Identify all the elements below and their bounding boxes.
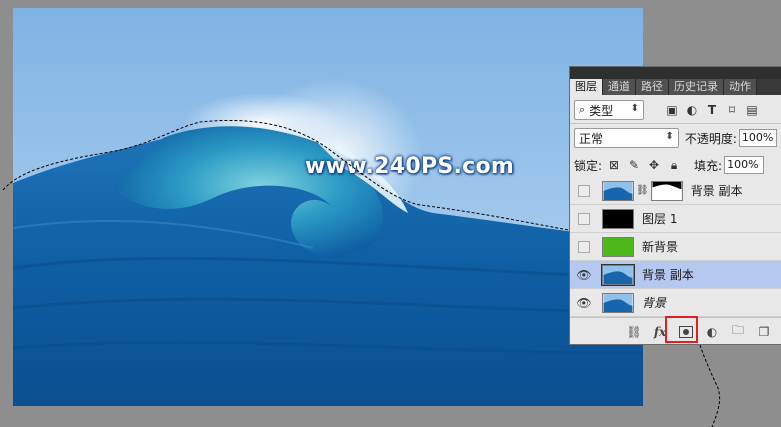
layer-row-selected[interactable]: 👁︎ 背景 副本 — [570, 261, 781, 289]
lock-position-move-icon[interactable]: ✥ — [644, 155, 664, 175]
visibility-off-box — [578, 184, 590, 197]
layer-mask-thumbnail[interactable] — [650, 180, 683, 201]
layers-list: ⛓ 背景 副本 图层 1 新背景 👁︎ 背景 副本 👁︎ 背景 — [570, 177, 781, 317]
layer-name: 背景 — [642, 296, 667, 310]
layers-panel: 图层 通道 路径 历史记录 动作 ⌕ 类型 ⬍ ▣ ◐ T ⌑ ▤ 正常 ⬍ 不… — [569, 66, 781, 345]
layer-row[interactable]: ⛓ 背景 副本 — [570, 177, 781, 205]
layer-filter-select[interactable]: ⌕ 类型 ⬍ — [574, 100, 644, 120]
add-mask-icon[interactable] — [676, 322, 696, 342]
document-canvas[interactable]: www.240PS.com — [13, 8, 643, 406]
visibility-off-box — [578, 212, 590, 225]
layers-bottom-toolbar: ⛓ fx ◐ 🗀 ❐ — [570, 317, 781, 345]
layer-row[interactable]: 新背景 — [570, 233, 781, 261]
filter-shape-icon[interactable]: ⌑ — [722, 100, 742, 120]
visibility-toggle[interactable] — [570, 177, 598, 205]
layer-row[interactable]: 图层 1 — [570, 205, 781, 233]
layer-name: 背景 副本 — [690, 184, 743, 198]
lock-label: 锁定: — [574, 158, 603, 173]
filter-pixel-icon[interactable]: ▣ — [662, 100, 682, 120]
wave-photo — [13, 8, 643, 406]
eye-icon: 👁︎ — [576, 295, 592, 310]
adjustment-icon[interactable]: ◐ — [702, 322, 722, 342]
visibility-off-box — [578, 240, 590, 253]
visibility-toggle[interactable] — [570, 233, 598, 261]
tab-history[interactable]: 历史记录 — [669, 79, 724, 95]
dropdown-arrow-icon: ⬍ — [665, 131, 674, 142]
blend-mode-value: 正常 — [579, 131, 604, 146]
dropdown-arrow-icon: ⬍ — [630, 103, 639, 114]
tab-actions[interactable]: 动作 — [724, 79, 757, 95]
visibility-toggle[interactable] — [570, 205, 598, 233]
tab-channels[interactable]: 通道 — [603, 79, 636, 95]
fill-label: 填充: — [694, 158, 723, 173]
layer-thumbnail — [602, 180, 634, 201]
folder-icon[interactable]: 🗀 — [728, 322, 748, 342]
filter-smart-object-icon[interactable]: ▤ — [742, 100, 762, 120]
layer-row[interactable]: 👁︎ 背景 — [570, 289, 781, 317]
tab-layers[interactable]: 图层 — [570, 79, 603, 95]
layer-name: 图层 1 — [642, 212, 678, 226]
filter-label: 类型 — [589, 103, 614, 118]
lock-transparent-icon[interactable]: ⊠ — [604, 155, 624, 175]
link-icon[interactable]: ⛓ — [624, 322, 644, 342]
opacity-input[interactable]: 100% — [738, 129, 777, 147]
add-mask-glyph — [679, 325, 693, 338]
filter-adjustment-icon[interactable]: ◐ — [682, 100, 702, 120]
layer-thumbnail — [602, 292, 634, 313]
lock-image-brush-icon[interactable]: ✎ — [624, 155, 644, 175]
visibility-toggle[interactable]: 👁︎ — [570, 289, 598, 317]
watermark-text: www.240PS.com — [305, 154, 515, 179]
mask-link-icon[interactable]: ⛓ — [636, 185, 649, 196]
eye-icon: 👁︎ — [576, 267, 592, 282]
tab-paths[interactable]: 路径 — [636, 79, 669, 95]
new-layer-icon[interactable]: ❐ — [754, 322, 774, 342]
fx-icon[interactable]: fx — [650, 322, 670, 342]
layer-thumbnail — [602, 208, 634, 229]
layer-name: 背景 副本 — [642, 268, 694, 282]
layer-thumbnail — [602, 236, 634, 257]
opacity-label: 不透明度: — [684, 131, 737, 146]
lock-all-padlock-icon[interactable]: 🔒︎ — [664, 155, 684, 175]
search-icon: ⌕ — [579, 103, 586, 116]
panel-tabs: 图层 通道 路径 历史记录 动作 — [570, 67, 781, 95]
layer-name: 新背景 — [642, 240, 679, 254]
visibility-toggle[interactable]: 👁︎ — [570, 261, 598, 289]
filter-type-icon[interactable]: T — [702, 100, 722, 120]
blend-mode-select[interactable]: 正常 ⬍ — [574, 128, 679, 148]
layer-thumbnail — [601, 263, 635, 286]
fill-input[interactable]: 100% — [724, 156, 765, 174]
